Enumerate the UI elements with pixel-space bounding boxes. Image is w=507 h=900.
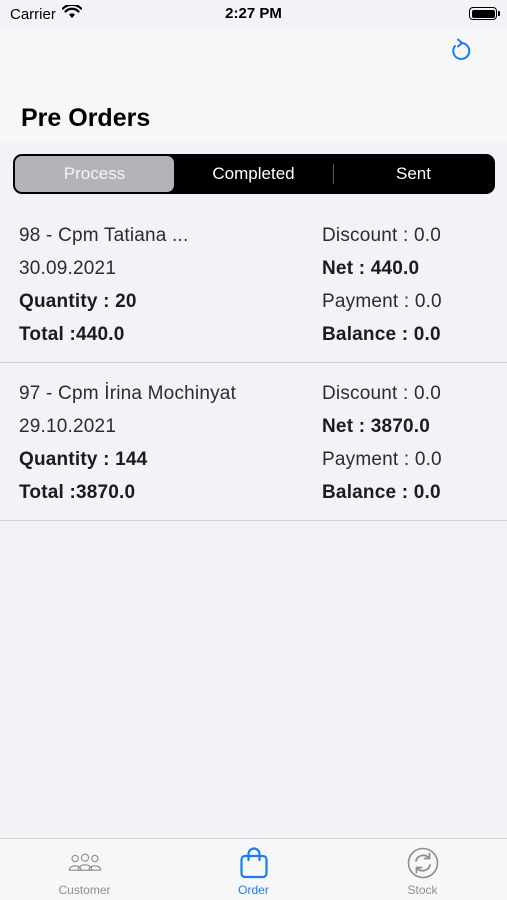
order-date: 29.10.2021 — [19, 416, 117, 437]
order-net: Net : 440.0 — [322, 258, 420, 279]
tab-order[interactable]: Order — [169, 839, 338, 900]
order-left-column: 97 - Cpm İrina Mochinyat 29.10.2021 Quan… — [19, 377, 236, 509]
order-row[interactable]: 97 - Cpm İrina Mochinyat 29.10.2021 Quan… — [0, 363, 507, 521]
tab-label: Stock — [407, 883, 438, 897]
order-total: Total :3870.0 — [19, 482, 136, 503]
tab-label: Customer — [58, 883, 111, 897]
status-segmented-control: Process Completed Sent — [13, 154, 495, 194]
order-payment: Payment : 0.0 — [322, 291, 442, 312]
tab-customer[interactable]: Customer — [0, 839, 169, 900]
refresh-button[interactable] — [448, 38, 474, 64]
refresh-icon — [452, 38, 471, 60]
order-balance: Balance : 0.0 — [322, 482, 441, 503]
status-time: 2:27 PM — [225, 5, 282, 22]
segment-completed[interactable]: Completed — [174, 156, 333, 192]
order-quantity: Quantity : 144 — [19, 449, 148, 470]
order-right-column: Discount : 0.0 Net : 3870.0 Payment : 0.… — [322, 377, 442, 509]
order-total: Total :440.0 — [19, 324, 125, 345]
order-row[interactable]: 98 - Cpm Tatiana ... 30.09.2021 Quantity… — [0, 205, 507, 363]
order-balance: Balance : 0.0 — [322, 324, 441, 345]
order-discount: Discount : 0.0 — [322, 383, 441, 404]
tab-stock[interactable]: Stock — [338, 839, 507, 900]
customer-name: 97 - Cpm İrina Mochinyat — [19, 383, 237, 404]
customer-name: 98 - Cpm Tatiana ... — [19, 225, 189, 246]
order-net: Net : 3870.0 — [322, 416, 431, 437]
order-list: 98 - Cpm Tatiana ... 30.09.2021 Quantity… — [0, 205, 507, 521]
segment-label: Completed — [212, 164, 295, 183]
order-left-column: 98 - Cpm Tatiana ... 30.09.2021 Quantity… — [19, 219, 188, 351]
segment-process[interactable]: Process — [15, 156, 174, 192]
battery-icon — [469, 7, 500, 20]
people-icon — [68, 847, 102, 879]
bag-icon — [237, 847, 271, 879]
tab-bar: Customer Order Stock — [0, 838, 507, 900]
segment-label: Process — [63, 164, 126, 183]
sync-icon — [406, 847, 440, 879]
tab-label: Order — [238, 883, 269, 897]
order-quantity: Quantity : 20 — [19, 291, 137, 312]
order-date: 30.09.2021 — [19, 258, 117, 279]
page-title: Pre Orders — [21, 104, 151, 132]
order-right-column: Discount : 0.0 Net : 440.0 Payment : 0.0… — [322, 219, 442, 351]
order-payment: Payment : 0.0 — [322, 449, 442, 470]
segment-label: Sent — [396, 164, 431, 183]
segment-sent[interactable]: Sent — [334, 156, 493, 192]
navigation-bar: Pre Orders — [0, 30, 507, 142]
order-discount: Discount : 0.0 — [322, 225, 441, 246]
status-bar: Carrier 2:27 PM — [0, 0, 507, 30]
